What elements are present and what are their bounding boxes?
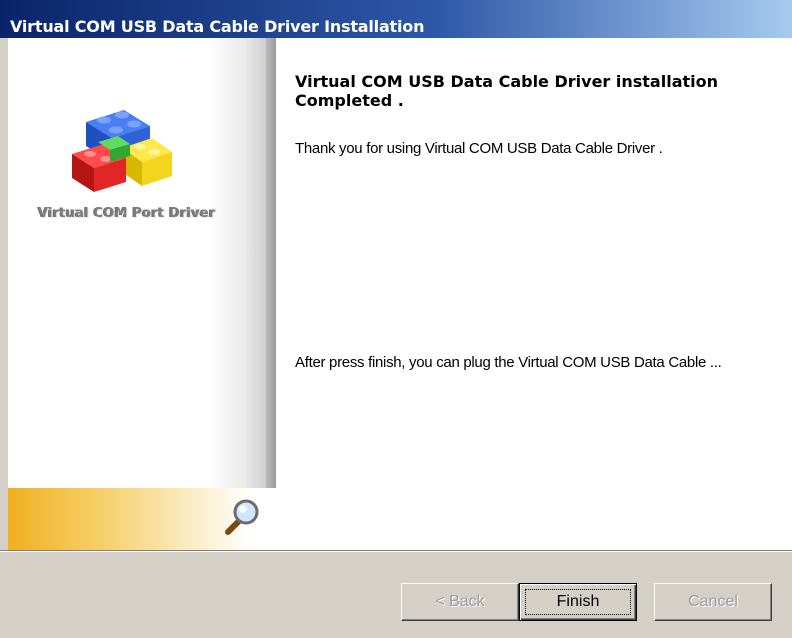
completion-heading: Virtual COM USB Data Cable Driver instal… — [295, 72, 718, 110]
back-button-label: < Back — [435, 593, 485, 610]
wizard-body: Virtual COM Port Driver Virtual COM USB … — [8, 38, 792, 550]
magnifier-icon — [225, 499, 259, 535]
cancel-button[interactable]: Cancel — [654, 583, 772, 621]
window-title: Virtual COM USB Data Cable Driver Instal… — [10, 17, 425, 36]
title-bar[interactable]: Virtual COM USB Data Cable Driver Instal… — [0, 0, 792, 38]
wizard-sidebar: Virtual COM Port Driver — [8, 38, 266, 550]
plug-instruction-text: After press finish, you can plug the Vir… — [295, 354, 722, 371]
lego-blocks-icon — [72, 110, 172, 192]
button-bar: < Back Finish Cancel — [0, 550, 792, 638]
cancel-button-label: Cancel — [688, 593, 738, 610]
sidebar-divider — [266, 38, 276, 488]
sidebar-caption: Virtual COM Port Driver — [38, 206, 216, 221]
back-button[interactable]: < Back — [401, 583, 519, 621]
installer-window: Virtual COM USB Data Cable Driver Instal… — [0, 0, 792, 638]
finish-button[interactable]: Finish — [519, 583, 637, 621]
thank-you-text: Thank you for using Virtual COM USB Data… — [295, 140, 663, 157]
finish-button-label: Finish — [556, 593, 600, 610]
